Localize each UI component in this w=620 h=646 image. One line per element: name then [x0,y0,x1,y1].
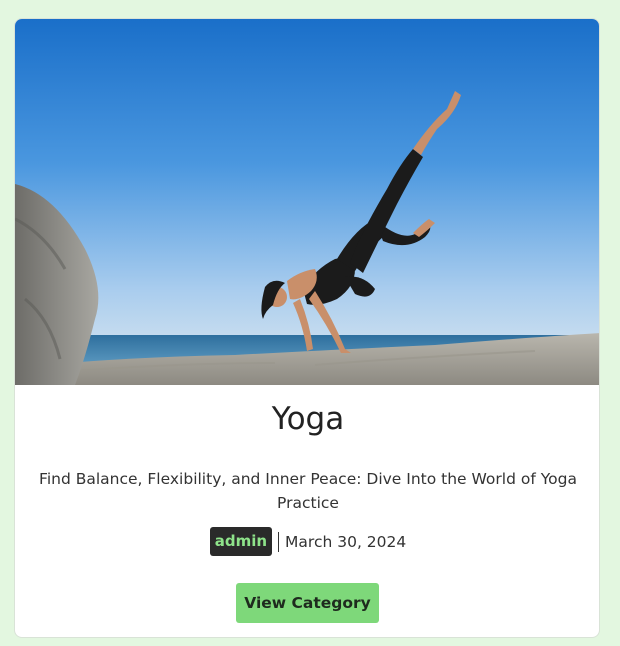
author-badge[interactable]: admin [209,527,273,556]
post-card-body: Yoga Find Balance, Flexibility, and Inne… [15,385,599,637]
post-meta: admin March 30, 2024 [15,527,599,556]
post-card: Yoga Find Balance, Flexibility, and Inne… [14,18,600,638]
yoga-photo [15,19,599,385]
post-image[interactable] [15,19,599,385]
post-excerpt: Find Balance, Flexibility, and Inner Pea… [39,470,577,512]
post-title[interactable]: Yoga [15,401,599,437]
view-category-button[interactable]: View Category [236,583,379,623]
meta-separator [278,531,280,552]
post-date: March 30, 2024 [285,532,407,551]
